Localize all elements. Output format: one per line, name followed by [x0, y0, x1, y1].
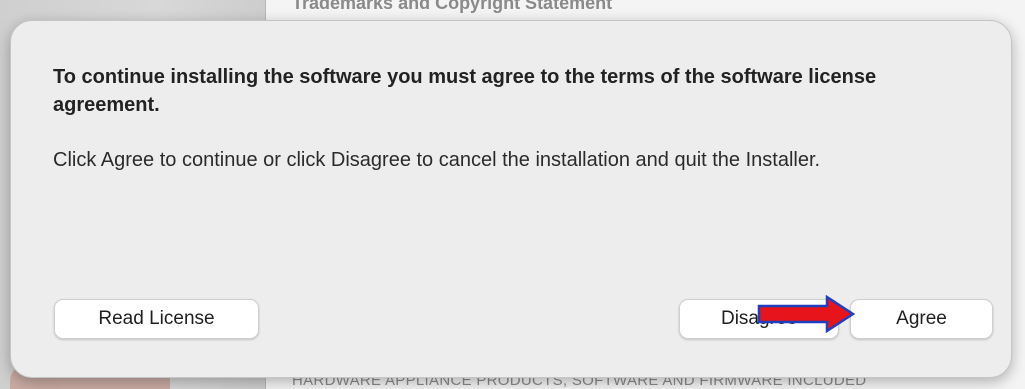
arrow-shape [757, 294, 856, 334]
agree-button[interactable]: Agree [850, 299, 993, 339]
license-agreement-sheet: To continue installing the software you … [10, 20, 1012, 378]
read-license-button[interactable]: Read License [54, 299, 259, 339]
right-arrow-icon [757, 294, 856, 334]
dialog-message: Click Agree to continue or click Disagre… [53, 149, 821, 171]
dialog-title: To continue installing the software you … [53, 66, 877, 116]
license-heading: Trademarks and Copyright Statement [292, 0, 613, 13]
